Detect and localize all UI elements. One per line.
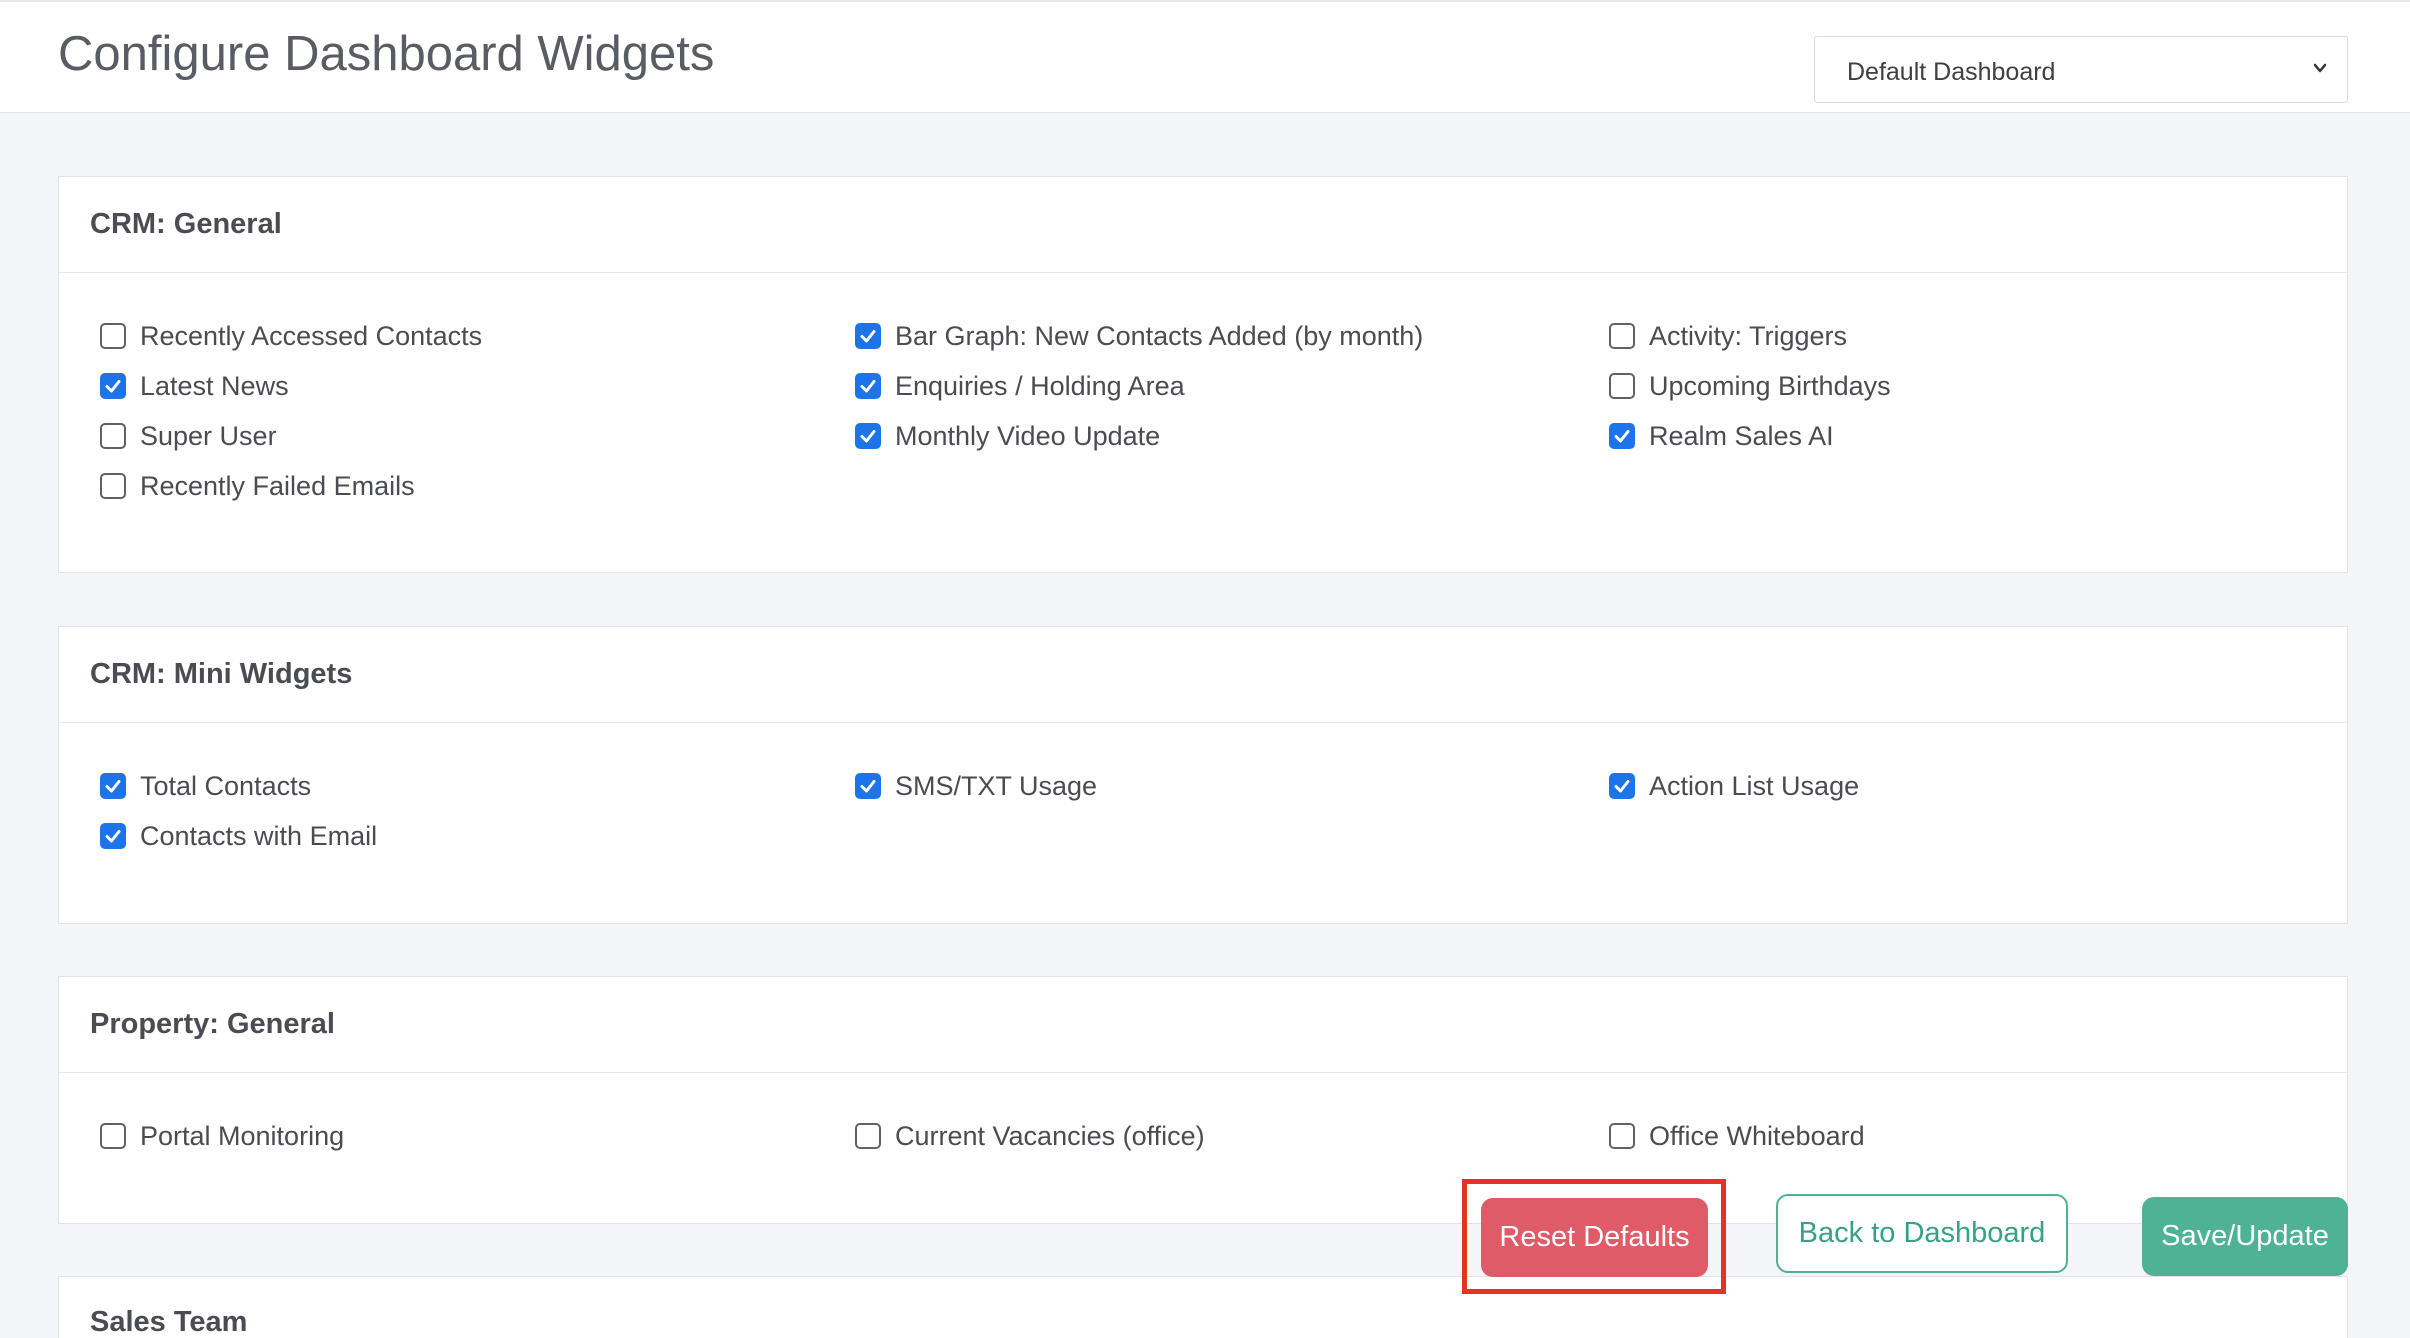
- checkbox[interactable]: [855, 1123, 881, 1149]
- checkbox-label: Recently Accessed Contacts: [140, 320, 483, 351]
- section-property-general: Property: General Portal Monitoring Curr…: [58, 976, 2348, 1224]
- section-title: CRM: Mini Widgets: [90, 658, 353, 690]
- checkbox[interactable]: [855, 323, 881, 349]
- widget-checkbox-portal-monitoring[interactable]: Portal Monitoring: [100, 1116, 344, 1156]
- section-header: Property: General: [59, 977, 2347, 1073]
- checkbox-label: Monthly Video Update: [895, 420, 1161, 451]
- section-crm-mini-widgets: CRM: Mini Widgets Total Contacts Contact…: [58, 626, 2348, 924]
- save-update-button[interactable]: Save/Update: [2142, 1197, 2348, 1276]
- checkbox-label: Office Whiteboard: [1649, 1120, 1865, 1151]
- checkbox-label: Current Vacancies (office): [895, 1120, 1205, 1151]
- checkbox-label: Activity: Triggers: [1649, 320, 1848, 351]
- widget-checkbox-monthly-video-update[interactable]: Monthly Video Update: [855, 416, 1160, 456]
- section-title: CRM: General: [90, 208, 282, 240]
- widget-checkbox-recently-accessed-contacts[interactable]: Recently Accessed Contacts: [100, 316, 482, 356]
- page-header: Configure Dashboard Widgets Default Dash…: [0, 0, 2410, 113]
- widget-checkbox-latest-news[interactable]: Latest News: [100, 366, 289, 406]
- checkbox[interactable]: [100, 423, 126, 449]
- section-crm-general: CRM: General Recently Accessed Contacts …: [58, 176, 2348, 573]
- section-header: CRM: General: [59, 177, 2347, 273]
- checkbox-label: Super User: [140, 420, 277, 451]
- checkbox-label: Contacts with Email: [140, 820, 378, 851]
- checkbox[interactable]: [100, 473, 126, 499]
- checkbox[interactable]: [1609, 1123, 1635, 1149]
- back-to-dashboard-button[interactable]: Back to Dashboard: [1776, 1194, 2068, 1273]
- widget-checkbox-bar-graph-new-contacts[interactable]: Bar Graph: New Contacts Added (by month): [855, 316, 1423, 356]
- checkbox[interactable]: [1609, 773, 1635, 799]
- page-title: Configure Dashboard Widgets: [58, 27, 715, 81]
- checkbox[interactable]: [855, 773, 881, 799]
- widget-checkbox-action-list-usage[interactable]: Action List Usage: [1609, 766, 1859, 806]
- checkbox-label: Portal Monitoring: [140, 1120, 345, 1151]
- checkbox-label: Enquiries / Holding Area: [895, 370, 1185, 401]
- checkbox[interactable]: [1609, 323, 1635, 349]
- chevron-down-icon: [2313, 63, 2327, 73]
- widget-checkbox-recently-failed-emails[interactable]: Recently Failed Emails: [100, 466, 415, 506]
- section-header: CRM: Mini Widgets: [59, 627, 2347, 723]
- checkbox[interactable]: [100, 1123, 126, 1149]
- dashboard-select[interactable]: Default Dashboard: [1814, 36, 2348, 103]
- widget-checkbox-realm-sales-ai[interactable]: Realm Sales AI: [1609, 416, 1834, 456]
- checkbox-label: Bar Graph: New Contacts Added (by month): [895, 320, 1424, 351]
- checkbox-label: Upcoming Birthdays: [1649, 370, 1891, 401]
- section-sales-team: Sales Team: [58, 1276, 2348, 1338]
- widget-checkbox-super-user[interactable]: Super User: [100, 416, 277, 456]
- dashboard-select-value: Default Dashboard: [1847, 58, 2056, 86]
- configure-dashboard-page: Configure Dashboard Widgets Default Dash…: [0, 0, 2410, 1338]
- checkbox[interactable]: [1609, 373, 1635, 399]
- section-header: Sales Team: [59, 1277, 2347, 1338]
- checkbox[interactable]: [100, 823, 126, 849]
- widget-checkbox-contacts-with-email[interactable]: Contacts with Email: [100, 816, 377, 856]
- widget-checkbox-sms-txt-usage[interactable]: SMS/TXT Usage: [855, 766, 1097, 806]
- widget-checkbox-total-contacts[interactable]: Total Contacts: [100, 766, 311, 806]
- checkbox[interactable]: [100, 323, 126, 349]
- checkbox-label: Latest News: [140, 370, 289, 401]
- reset-defaults-button[interactable]: Reset Defaults: [1481, 1198, 1708, 1277]
- checkbox-label: Total Contacts: [140, 770, 312, 801]
- checkbox[interactable]: [1609, 423, 1635, 449]
- section-title: Sales Team: [90, 1306, 248, 1338]
- widget-checkbox-activity-triggers[interactable]: Activity: Triggers: [1609, 316, 1847, 356]
- checkbox[interactable]: [855, 373, 881, 399]
- widget-checkbox-enquiries-holding-area[interactable]: Enquiries / Holding Area: [855, 366, 1185, 406]
- section-title: Property: General: [90, 1008, 335, 1040]
- widget-checkbox-current-vacancies[interactable]: Current Vacancies (office): [855, 1116, 1205, 1156]
- checkbox-label: Realm Sales AI: [1649, 420, 1834, 451]
- checkbox[interactable]: [100, 773, 126, 799]
- checkbox[interactable]: [100, 373, 126, 399]
- widget-checkbox-upcoming-birthdays[interactable]: Upcoming Birthdays: [1609, 366, 1891, 406]
- checkbox[interactable]: [855, 423, 881, 449]
- checkbox-label: Recently Failed Emails: [140, 470, 415, 501]
- checkbox-label: Action List Usage: [1649, 770, 1860, 801]
- widget-checkbox-office-whiteboard[interactable]: Office Whiteboard: [1609, 1116, 1865, 1156]
- checkbox-label: SMS/TXT Usage: [895, 770, 1098, 801]
